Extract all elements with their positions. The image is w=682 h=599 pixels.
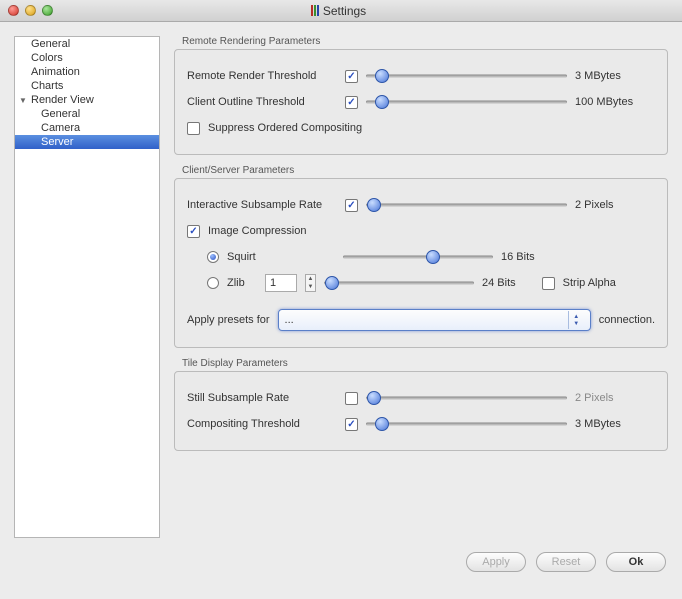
app-icon — [311, 5, 319, 16]
squirt-value: 16 Bits — [501, 251, 535, 263]
remote-render-checkbox[interactable] — [345, 70, 358, 83]
image-compression-label: Image Compression — [208, 225, 306, 237]
zlib-level-field[interactable]: 1 — [265, 274, 297, 292]
image-compression-checkbox[interactable] — [187, 225, 200, 238]
strip-alpha-checkbox[interactable] — [542, 277, 555, 290]
squirt-radio[interactable] — [207, 251, 219, 263]
sidebar-item-label: General — [41, 108, 80, 120]
sidebar-item-colors[interactable]: Colors — [15, 51, 159, 65]
preset-prefix: Apply presets for — [187, 314, 270, 326]
sidebar-item-label: Render View — [31, 94, 94, 106]
sidebar-item-charts[interactable]: Charts — [15, 79, 159, 93]
group-title-clientserver: Client/Server Parameters — [182, 165, 668, 176]
ok-button[interactable]: Ok — [606, 552, 666, 572]
preset-suffix: connection. — [599, 314, 655, 326]
compositing-threshold-checkbox[interactable] — [345, 418, 358, 431]
sidebar-item-label: Camera — [41, 122, 80, 134]
minimize-icon[interactable] — [25, 5, 36, 16]
sidebar-item-general[interactable]: General — [15, 37, 159, 51]
preset-selected: ... — [285, 314, 568, 326]
sidebar-item-label: Charts — [31, 80, 63, 92]
strip-alpha-label: Strip Alpha — [563, 277, 616, 289]
still-subsample-checkbox[interactable] — [345, 392, 358, 405]
close-icon[interactable] — [8, 5, 19, 16]
content-area: General Colors Animation Charts ▼ Render… — [0, 22, 682, 552]
subsample-checkbox[interactable] — [345, 199, 358, 212]
suppress-compositing-label: Suppress Ordered Compositing — [208, 122, 362, 134]
sidebar-item-animation[interactable]: Animation — [15, 65, 159, 79]
client-outline-value: 100 MBytes — [575, 96, 655, 108]
apply-button[interactable]: Apply — [466, 552, 526, 572]
compositing-threshold-slider[interactable] — [366, 416, 567, 432]
client-outline-slider[interactable] — [366, 94, 567, 110]
updown-arrows-icon: ▲▼ — [568, 311, 584, 329]
zlib-slider[interactable] — [324, 275, 474, 291]
squirt-label: Squirt — [227, 251, 267, 263]
chevron-down-icon[interactable]: ▼ — [19, 96, 29, 105]
window-title: Settings — [323, 4, 366, 18]
suppress-compositing-checkbox[interactable] — [187, 122, 200, 135]
still-subsample-value: 2 Pixels — [575, 392, 655, 404]
subsample-value: 2 Pixels — [575, 199, 655, 211]
window-controls — [8, 5, 53, 16]
group-tile-display: Still Subsample Rate 2 Pixels Compositin… — [174, 371, 668, 451]
sidebar-item-label: Server — [41, 136, 73, 148]
still-subsample-label: Still Subsample Rate — [187, 392, 337, 404]
sidebar-item-label: General — [31, 38, 70, 50]
sidebar-item-rv-general[interactable]: General — [15, 107, 159, 121]
zlib-radio[interactable] — [207, 277, 219, 289]
group-title-tile: Tile Display Parameters — [182, 358, 668, 369]
remote-render-value: 3 MBytes — [575, 70, 655, 82]
group-client-server: Interactive Subsample Rate 2 Pixels Imag… — [174, 178, 668, 348]
sidebar-item-label: Animation — [31, 66, 80, 78]
main-panel: Remote Rendering Parameters Remote Rende… — [174, 36, 668, 538]
zlib-level-stepper[interactable]: ▲▼ — [305, 274, 316, 292]
compositing-threshold-label: Compositing Threshold — [187, 418, 337, 430]
zlib-label: Zlib — [227, 277, 257, 289]
client-outline-label: Client Outline Threshold — [187, 96, 337, 108]
group-remote-rendering: Remote Render Threshold 3 MBytes Client … — [174, 49, 668, 155]
zlib-value: 24 Bits — [482, 277, 516, 289]
window-title-area: Settings — [53, 4, 624, 18]
remote-render-slider[interactable] — [366, 68, 567, 84]
compositing-threshold-value: 3 MBytes — [575, 418, 655, 430]
group-title-remote: Remote Rendering Parameters — [182, 36, 668, 47]
zoom-icon[interactable] — [42, 5, 53, 16]
sidebar-item-rv-camera[interactable]: Camera — [15, 121, 159, 135]
remote-render-label: Remote Render Threshold — [187, 70, 337, 82]
sidebar-item-rv-server[interactable]: Server — [15, 135, 159, 149]
sidebar: General Colors Animation Charts ▼ Render… — [14, 36, 160, 538]
sidebar-item-label: Colors — [31, 52, 63, 64]
squirt-slider[interactable] — [343, 249, 493, 265]
titlebar: Settings — [0, 0, 682, 22]
sidebar-item-render-view[interactable]: ▼ Render View — [15, 93, 159, 107]
footer: Apply Reset Ok — [0, 552, 682, 584]
reset-button[interactable]: Reset — [536, 552, 596, 572]
subsample-label: Interactive Subsample Rate — [187, 199, 337, 211]
still-subsample-slider[interactable] — [366, 390, 567, 406]
client-outline-checkbox[interactable] — [345, 96, 358, 109]
preset-combo[interactable]: ... ▲▼ — [278, 309, 591, 331]
subsample-slider[interactable] — [366, 197, 567, 213]
